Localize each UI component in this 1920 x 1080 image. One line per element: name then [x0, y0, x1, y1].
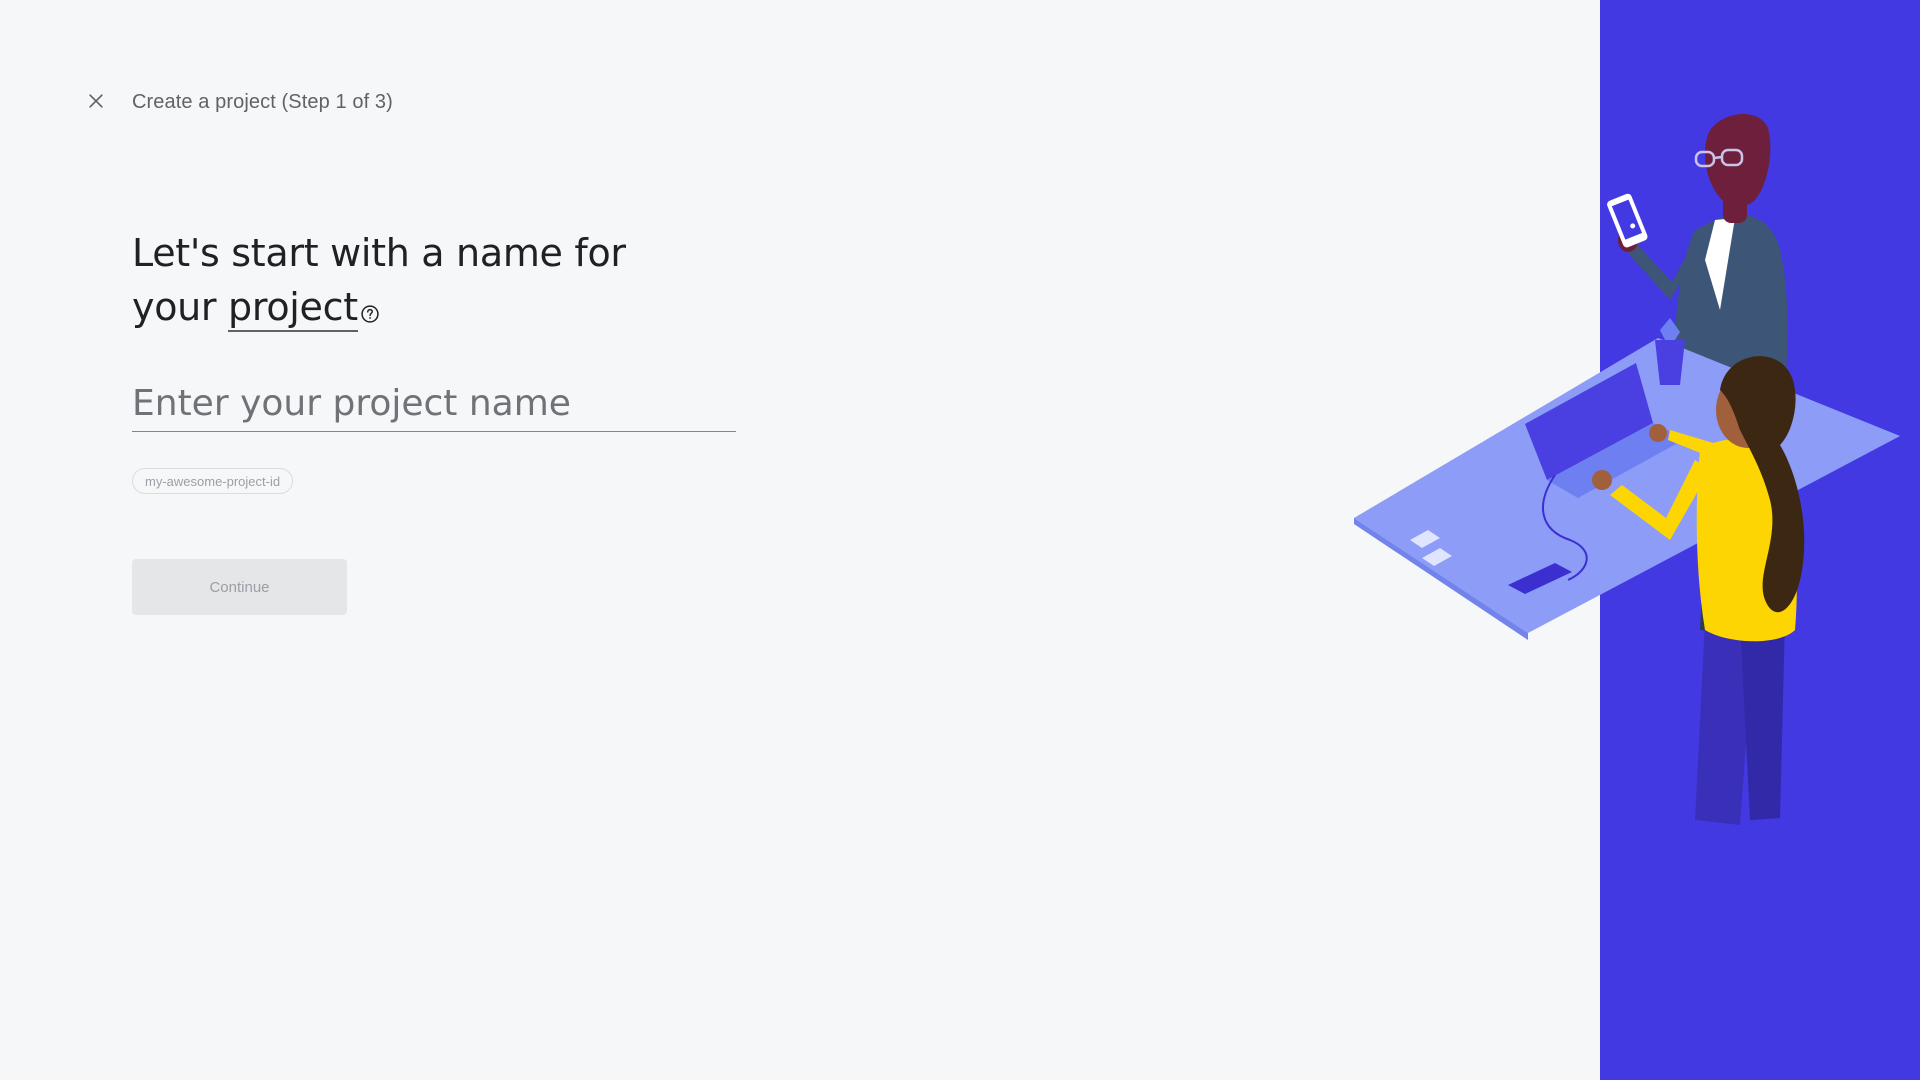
- close-button[interactable]: [80, 87, 112, 119]
- continue-button[interactable]: Continue: [132, 559, 347, 615]
- heading-line-1: Let's start with a name for: [132, 231, 626, 275]
- project-definition-link[interactable]: project: [228, 285, 358, 332]
- create-project-page: Create a project (Step 1 of 3) Let's sta…: [0, 0, 1920, 1080]
- project-id-chip[interactable]: my-awesome-project-id: [132, 468, 294, 494]
- step-title: Create a project (Step 1 of 3): [132, 91, 393, 113]
- illustration-people-at-desk: [1354, 113, 1900, 825]
- help-circle-icon[interactable]: [360, 284, 380, 323]
- heading-line-2-prefix: your: [132, 285, 229, 329]
- desk-surface: [1354, 318, 1900, 640]
- page-heading: Let's start with a name for your project: [132, 226, 772, 334]
- project-name-input[interactable]: [132, 375, 736, 432]
- close-icon: [86, 91, 106, 116]
